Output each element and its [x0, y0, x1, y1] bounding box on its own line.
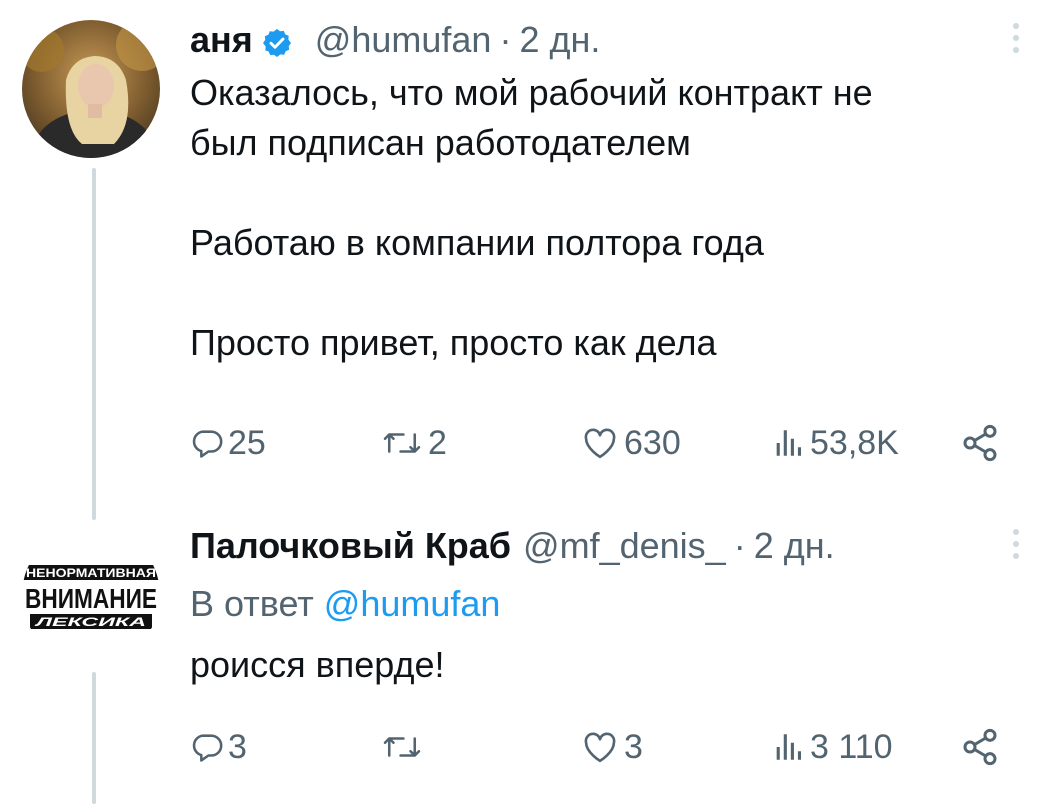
views-icon: [770, 730, 806, 764]
like-icon: [580, 426, 620, 460]
reply-context: В ответ @humufan: [190, 580, 1023, 628]
retweet-button[interactable]: 2: [380, 418, 447, 468]
views-count: 53,8K: [810, 424, 899, 462]
author-name[interactable]: Палочковый Краб: [190, 524, 511, 568]
more-icon[interactable]: [1009, 18, 1023, 58]
avatar[interactable]: НЕНОРМАТИВНАЯ ВНИМАНИЕ ЛЕКСИКА: [22, 526, 160, 664]
reply-icon: [190, 730, 224, 764]
tweet[interactable]: Палочковый Краб @mf_denis_ · 2 дн. В отв…: [190, 524, 1023, 690]
like-count: 3: [624, 728, 643, 766]
separator-dot: ·: [733, 525, 746, 566]
views-button[interactable]: 3 110: [770, 722, 893, 772]
thread-line: [92, 168, 96, 520]
author-handle[interactable]: @humufan: [315, 18, 492, 62]
like-icon: [580, 730, 620, 764]
reply-icon: [190, 426, 224, 460]
tweet-text: Оказалось, что мой рабочий контракт не б…: [190, 72, 873, 363]
thread-line: [92, 672, 96, 804]
views-button[interactable]: 53,8K: [770, 418, 899, 468]
reply-mention-link[interactable]: @humufan: [324, 583, 501, 624]
tweet-actions: 3 3 3 110: [190, 722, 1010, 772]
retweet-count: 2: [428, 424, 447, 462]
like-count: 630: [624, 424, 681, 462]
author-handle[interactable]: @mf_denis_: [523, 524, 726, 568]
avatar[interactable]: [22, 20, 160, 158]
retweet-button[interactable]: [380, 722, 428, 772]
tweet[interactable]: аня @humufan · 2 дн. Оказалось, что мой …: [190, 18, 1023, 368]
tweet-header: Палочковый Краб @mf_denis_ · 2 дн.: [190, 524, 1023, 568]
share-button[interactable]: [960, 418, 1000, 468]
more-icon[interactable]: [1009, 524, 1023, 564]
like-button[interactable]: 3: [580, 722, 643, 772]
reply-prefix: В ответ: [190, 583, 314, 624]
views-count: 3 110: [810, 728, 893, 766]
reply-button[interactable]: 3: [190, 722, 247, 772]
avatar-caption-bottom: ЛЕКСИКА: [34, 615, 146, 629]
timestamp[interactable]: 2 дн.: [754, 524, 835, 568]
tweet-text: роисся вперде!: [190, 644, 445, 685]
share-icon: [960, 423, 1000, 463]
reply-count: 25: [228, 424, 266, 462]
tweet-actions: 25 2 630 53,8K: [190, 418, 1010, 468]
avatar-caption-top: НЕНОРМАТИВНАЯ: [26, 566, 156, 580]
tweet-header: аня @humufan · 2 дн.: [190, 18, 1023, 62]
separator-dot: ·: [499, 19, 512, 60]
like-button[interactable]: 630: [580, 418, 681, 468]
reply-count: 3: [228, 728, 247, 766]
avatar-caption-main: ВНИМАНИЕ: [25, 583, 157, 614]
verified-badge-icon: [261, 25, 293, 57]
reply-button[interactable]: 25: [190, 418, 266, 468]
timestamp[interactable]: 2 дн.: [519, 18, 600, 62]
share-icon: [960, 727, 1000, 767]
author-name[interactable]: аня: [190, 18, 253, 62]
retweet-icon: [380, 730, 424, 764]
retweet-icon: [380, 426, 424, 460]
views-icon: [770, 426, 806, 460]
share-button[interactable]: [960, 722, 1000, 772]
